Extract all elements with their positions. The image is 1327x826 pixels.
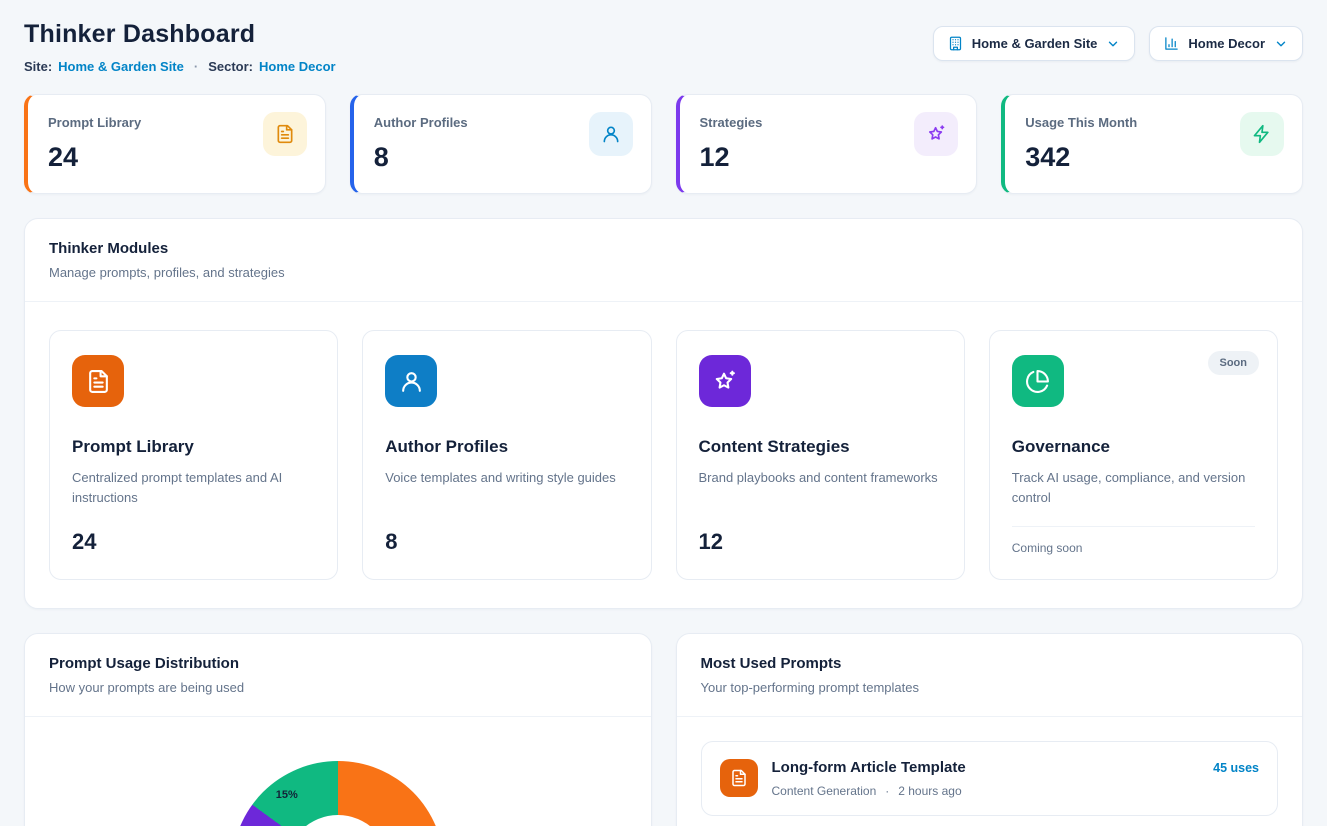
header: Thinker Dashboard Site: Home & Garden Si…	[24, 20, 1303, 74]
site-link[interactable]: Home & Garden Site	[58, 59, 184, 74]
prompts-subtitle: Your top-performing prompt templates	[701, 680, 1279, 695]
module-count: 12	[699, 515, 942, 555]
thinker-modules-section: Thinker Modules Manage prompts, profiles…	[24, 218, 1303, 609]
sector-selector-dropdown[interactable]: Home Decor	[1149, 26, 1303, 61]
module-count: 24	[72, 515, 315, 555]
soon-badge: Soon	[1208, 351, 1260, 375]
modules-subtitle: Manage prompts, profiles, and strategies	[49, 265, 1278, 280]
bar-chart-icon	[1164, 36, 1179, 51]
prompt-item-time: 2 hours ago	[898, 784, 961, 798]
module-card-content-strategies[interactable]: Content Strategies Brand playbooks and c…	[676, 330, 965, 580]
stat-card-usage: Usage This Month 342	[1001, 94, 1303, 194]
prompt-item-category: Content Generation	[772, 784, 877, 798]
sector-link[interactable]: Home Decor	[259, 59, 336, 74]
prompt-item-uses-badge: 45 uses	[1213, 759, 1259, 775]
chevron-down-icon	[1274, 37, 1288, 51]
prompts-header: Most Used Prompts Your top-performing pr…	[677, 634, 1303, 717]
module-description: Track AI usage, compliance, and version …	[1012, 468, 1255, 508]
header-left: Thinker Dashboard Site: Home & Garden Si…	[24, 20, 336, 74]
user-icon	[385, 355, 437, 407]
donut-segment-label: 15%	[276, 789, 298, 801]
module-title: Content Strategies	[699, 437, 942, 457]
pie-chart-icon	[1012, 355, 1064, 407]
prompt-item-meta: Content Generation · 2 hours ago	[772, 784, 966, 798]
header-controls: Home & Garden Site Home Decor	[933, 26, 1303, 61]
prompt-item-text: Long-form Article Template Content Gener…	[772, 759, 966, 798]
usage-chart-area: 15%	[25, 717, 651, 826]
stat-card-strategies: Strategies 12	[676, 94, 978, 194]
meta-separator: ·	[885, 784, 889, 798]
modules-header: Thinker Modules Manage prompts, profiles…	[25, 219, 1302, 302]
dashboard-page: Thinker Dashboard Site: Home & Garden Si…	[0, 0, 1327, 826]
coming-soon-text: Coming soon	[1012, 526, 1255, 555]
document-icon	[263, 112, 307, 156]
sector-selector-label: Home Decor	[1188, 36, 1265, 51]
breadcrumb-separator: ·	[194, 59, 198, 74]
module-description: Centralized prompt templates and AI inst…	[72, 468, 315, 508]
most-used-prompts-card: Most Used Prompts Your top-performing pr…	[676, 633, 1304, 826]
prompt-list-item[interactable]: Long-form Article Template Content Gener…	[701, 741, 1279, 816]
document-icon	[72, 355, 124, 407]
sector-label: Sector:	[208, 59, 253, 74]
module-card-prompt-library[interactable]: Prompt Library Centralized prompt templa…	[49, 330, 338, 580]
site-selector-label: Home & Garden Site	[972, 36, 1098, 51]
sparkles-icon	[699, 355, 751, 407]
building-icon	[948, 36, 963, 51]
module-title: Governance	[1012, 437, 1255, 457]
zap-icon	[1240, 112, 1284, 156]
module-count: 8	[385, 515, 628, 555]
document-icon	[720, 759, 758, 797]
modules-grid: Prompt Library Centralized prompt templa…	[25, 302, 1302, 608]
site-selector-dropdown[interactable]: Home & Garden Site	[933, 26, 1136, 61]
breadcrumb: Site: Home & Garden Site · Sector: Home …	[24, 59, 336, 74]
module-description: Brand playbooks and content frameworks	[699, 468, 942, 488]
prompt-usage-card: Prompt Usage Distribution How your promp…	[24, 633, 652, 826]
stat-card-author-profiles: Author Profiles 8	[350, 94, 652, 194]
site-label: Site:	[24, 59, 52, 74]
usage-subtitle: How your prompts are being used	[49, 680, 627, 695]
user-icon	[589, 112, 633, 156]
prompts-title: Most Used Prompts	[701, 655, 1279, 672]
bottom-row: Prompt Usage Distribution How your promp…	[24, 633, 1303, 826]
module-card-author-profiles[interactable]: Author Profiles Voice templates and writ…	[362, 330, 651, 580]
usage-donut-chart: 15%	[232, 761, 444, 826]
sparkles-icon	[914, 112, 958, 156]
usage-title: Prompt Usage Distribution	[49, 655, 627, 672]
module-card-governance[interactable]: Soon Governance Track AI usage, complian…	[989, 330, 1278, 580]
page-title: Thinker Dashboard	[24, 20, 336, 49]
module-description: Voice templates and writing style guides	[385, 468, 628, 488]
module-title: Prompt Library	[72, 437, 315, 457]
stat-card-prompt-library: Prompt Library 24	[24, 94, 326, 194]
modules-title: Thinker Modules	[49, 240, 1278, 257]
stats-row: Prompt Library 24 Author Profiles 8 Stra…	[24, 94, 1303, 194]
usage-header: Prompt Usage Distribution How your promp…	[25, 634, 651, 717]
module-title: Author Profiles	[385, 437, 628, 457]
chevron-down-icon	[1106, 37, 1120, 51]
prompt-item-title: Long-form Article Template	[772, 759, 966, 776]
